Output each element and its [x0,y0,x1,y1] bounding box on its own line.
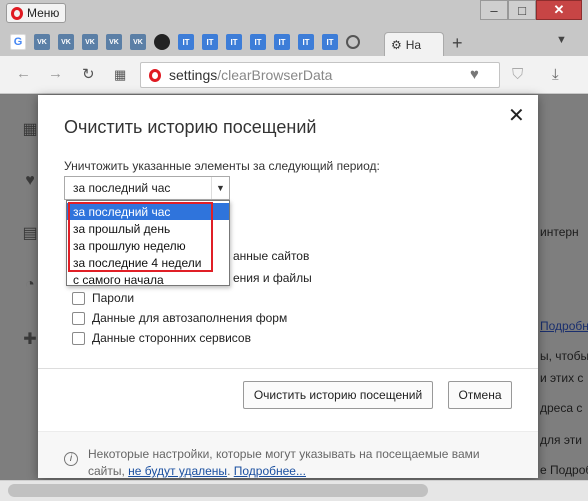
it-tab-icon[interactable]: IT [202,34,218,50]
checkbox-row-passwords[interactable]: Пароли [72,291,134,305]
period-option[interactable]: за последние 4 недели [67,254,229,271]
period-option[interactable]: за прошлую неделю [67,237,229,254]
info-icon: i [64,452,78,466]
url-path: /clearBrowserData [217,67,333,83]
new-tab-button[interactable]: + [452,33,463,54]
it-tab-icon[interactable]: IT [226,34,242,50]
close-icon[interactable]: ✕ [508,103,525,128]
it-tab-icon[interactable]: IT [250,34,266,50]
checkbox-row-cache[interactable]: ения и файлы [233,271,312,285]
it-tab-icon[interactable]: IT [274,34,290,50]
checkbox-label: ения и файлы [233,271,312,285]
address-bar[interactable]: settings/clearBrowserData [140,62,500,88]
back-arrow-icon[interactable]: ← [16,65,31,82]
vk-tab-icon[interactable]: VK [82,34,98,50]
close-window-button[interactable]: ✕ [536,0,582,20]
checkbox-label: Данные для автозаполнения форм [92,311,288,325]
checkbox-row-third-party[interactable]: Данные сторонних сервисов [72,331,251,345]
background-text: для эти [540,433,582,447]
heart-bookmark-icon[interactable]: ♥ [470,66,479,83]
speed-dial-grid-icon[interactable]: ▦ [114,67,126,83]
browser-toolbar: ← → ↻ ▦ settings/clearBrowserData ♥ ⛉ ⤓ [0,56,588,94]
period-option[interactable]: с самого начала [67,271,229,288]
forward-arrow-icon[interactable]: → [48,65,63,82]
checkbox-row-autofill[interactable]: Данные для автозаполнения форм [72,311,287,325]
period-dropdown-list: за последний час за прошлый день за прош… [66,200,230,288]
maximize-button[interactable]: □ [508,0,536,20]
shield-adblock-icon[interactable]: ⛉ [512,66,523,83]
it-tab-icon[interactable]: IT [322,34,338,50]
dialog-divider [38,368,538,369]
vk-tab-icon[interactable]: VK [34,34,50,50]
period-option[interactable]: за последний час [67,203,229,220]
history-clock-tab-icon[interactable] [346,35,360,49]
history-clock-icon: ◔ [25,276,35,293]
background-link: Подробн [540,319,588,333]
it-tab-icon[interactable]: IT [178,34,194,50]
opera-menu-button[interactable]: Меню [6,3,67,23]
gear-icon: ⚙ [391,37,402,52]
background-text: е Подроб [540,463,588,477]
footer-text: . [227,464,234,478]
period-select-value: за последний час [73,181,171,195]
background-text: ы, чтобы [540,349,588,363]
passwords-checkbox[interactable] [72,291,85,305]
menu-label: Меню [27,6,60,20]
it-tab-icon[interactable]: IT [298,34,314,50]
not-deleted-link[interactable]: не будут удалены [128,464,227,478]
period-select[interactable]: за последний час ▼ [64,176,230,200]
vk-tab-icon[interactable]: VK [130,34,146,50]
tab-strip: G VK VK VK VK VK IT IT IT IT IT IT IT ⚙ На + ▼ [0,30,588,56]
period-option[interactable]: за прошлый день [67,220,229,237]
horizontal-scrollbar[interactable] [0,480,588,501]
heart-icon: ♥ [25,172,35,189]
cancel-button[interactable]: Отмена [448,381,512,409]
dialog-title: Очистить историю посещений [64,117,317,137]
url-host: settings [169,67,218,83]
reload-icon[interactable]: ↻ [82,65,95,83]
checkbox-row-cookies[interactable]: анные сайтов [233,249,309,263]
opera-logo-icon [149,68,161,82]
opera-logo-icon [11,6,23,20]
checkbox-label: Пароли [92,291,135,305]
checkbox-label: Данные сторонних сервисов [92,331,251,345]
background-text: дреса с [540,401,583,415]
tab-settings[interactable]: ⚙ На [384,32,444,56]
checkbox-label: анные сайтов [233,249,310,263]
background-text: интерн [540,225,579,239]
third-party-checkbox[interactable] [72,331,85,345]
dark-round-tab-icon[interactable] [154,34,170,50]
vk-tab-icon[interactable]: VK [106,34,122,50]
news-icon: ▤ [22,225,38,242]
tab-menu-chevron-down-icon[interactable]: ▼ [556,34,567,46]
more-info-link[interactable]: Подробнее... [234,464,306,478]
autofill-checkbox[interactable] [72,311,85,325]
speed-dial-grid-icon: ▦ [22,121,38,138]
google-tab-icon[interactable]: G [10,34,26,50]
clear-history-button[interactable]: Очистить историю посещений [243,381,433,409]
extensions-puzzle-icon: ✚ [23,331,37,348]
window-titlebar: Меню – □ ✕ [0,0,588,30]
footer-note: Некоторые настройки, которые могут указы… [88,446,508,480]
minimize-button[interactable]: – [480,0,508,20]
dialog-footer: i Некоторые настройки, которые могут ука… [38,431,538,478]
scrollbar-thumb[interactable] [8,484,428,497]
tab-label: На [405,37,422,52]
period-label: Уничтожить указанные элементы за следующ… [64,159,380,173]
vk-tab-icon[interactable]: VK [58,34,74,50]
download-icon[interactable]: ⤓ [552,66,559,83]
background-text: и этих с [540,371,584,385]
chevron-down-icon: ▼ [211,177,229,199]
